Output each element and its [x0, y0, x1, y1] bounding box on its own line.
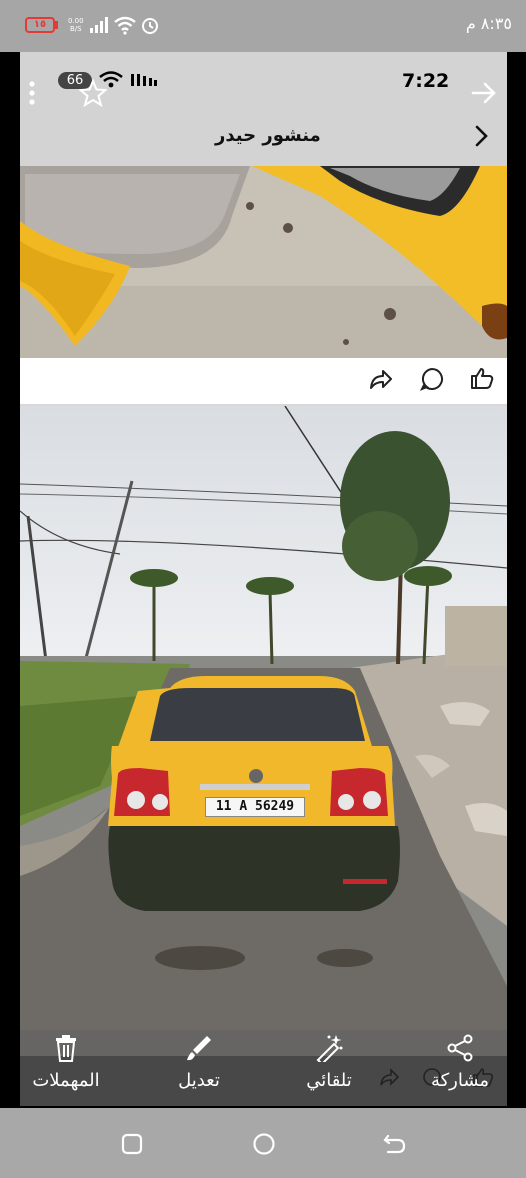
system-clock: ٨:٣٥ م	[465, 14, 512, 33]
share-label: مشاركة	[430, 1070, 490, 1091]
like-icon[interactable]	[470, 366, 494, 390]
share-action[interactable]: مشاركة	[424, 1034, 496, 1091]
back-chevron-icon[interactable]	[472, 124, 490, 148]
inner-clock: 7:22	[402, 70, 450, 92]
comment-icon[interactable]	[420, 367, 444, 391]
alarm-icon	[142, 18, 158, 34]
post-title: منشور حيدر	[215, 125, 321, 146]
license-plate: 11 A 56249	[205, 797, 305, 817]
forward-arrow-icon[interactable]	[470, 81, 498, 105]
post-photo-taxi[interactable]	[20, 406, 507, 1056]
inner-wifi-icon	[99, 71, 123, 88]
post-actions-row	[20, 358, 507, 404]
trash-icon	[56, 1035, 76, 1062]
magic-wand-icon	[316, 1035, 343, 1062]
post-photo-door[interactable]	[20, 166, 507, 358]
battery-tip	[55, 21, 58, 29]
more-options-icon[interactable]	[27, 80, 37, 106]
back-icon[interactable]	[382, 1132, 408, 1156]
home-icon[interactable]	[251, 1131, 277, 1157]
share-icon	[447, 1034, 473, 1062]
edit-label: تعديل	[178, 1070, 220, 1091]
net-speed-unit: B/S	[69, 25, 82, 33]
delete-label: المهملات	[32, 1070, 100, 1091]
network-speed: 0.00 B/S	[68, 17, 84, 33]
battery-icon: ١٥	[25, 17, 55, 33]
faint-share-arrow-icon	[380, 1068, 400, 1086]
auto-enhance-label: تلقائي	[306, 1070, 352, 1091]
auto-enhance-action[interactable]: تلقائي	[293, 1034, 365, 1091]
share-arrow-icon[interactable]	[369, 367, 393, 391]
wifi-icon	[114, 16, 136, 35]
delete-action[interactable]: المهملات	[30, 1034, 102, 1091]
signal-icon	[90, 17, 108, 33]
recent-apps-icon[interactable]	[120, 1132, 144, 1156]
pencil-icon	[187, 1036, 211, 1061]
edit-action[interactable]: تعديل	[163, 1034, 235, 1091]
inner-signal-icon	[131, 74, 157, 86]
net-speed-value: 0.00	[68, 17, 84, 25]
